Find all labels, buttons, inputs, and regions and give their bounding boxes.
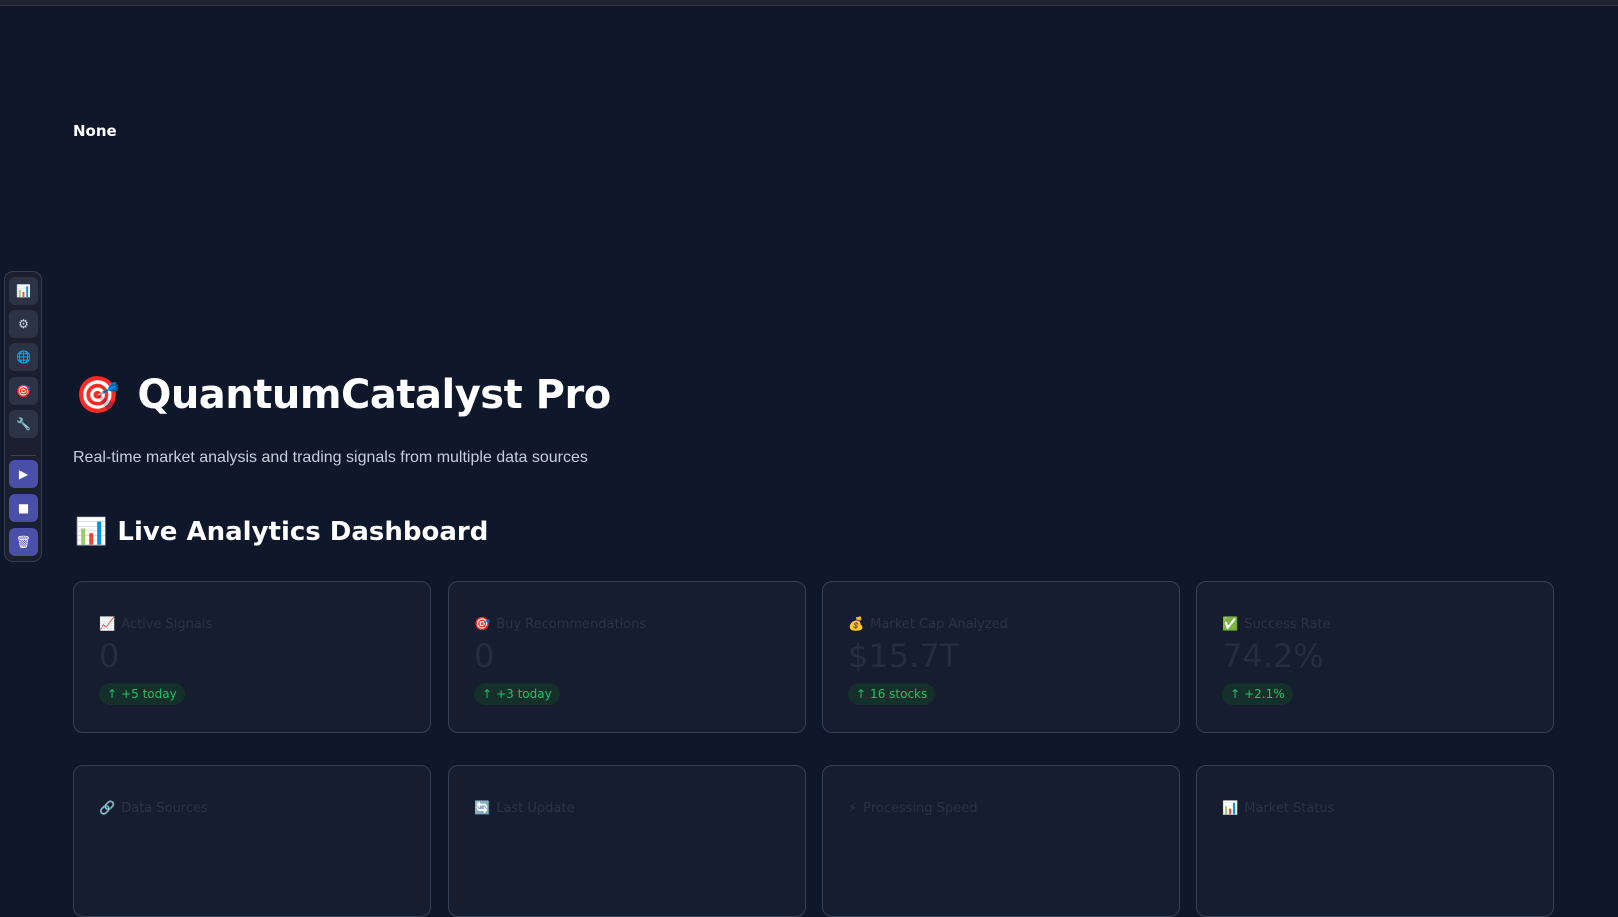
metric-delta: ↑ +5 today (99, 683, 185, 705)
tools-button[interactable]: 🔧 (9, 410, 38, 438)
arrow-up-icon: ↑ (107, 687, 118, 701)
page-title-text: QuantumCatalyst Pro (137, 372, 611, 418)
metric-delta-text: +3 today (496, 687, 552, 701)
page-title: 🎯 QuantumCatalyst Pro (75, 366, 611, 424)
metric-card-market-cap: 💰 Market Cap Analyzed $15.7T ↑ 16 stocks (822, 581, 1180, 733)
refresh-icon: 🔄 (474, 801, 491, 816)
target-icon: 🎯 (16, 384, 31, 398)
metric-label: Data Sources (121, 801, 208, 816)
floating-toolbar: 📊 ⚙ 🌐 🎯 🔧 ▶ ■ 🗑 (4, 271, 42, 562)
bar-chart-icon: 📊 (1222, 801, 1239, 816)
toolbar-divider (11, 455, 36, 456)
metric-card-market-status: 📊 Market Status (1196, 765, 1554, 917)
metric-label: Market Cap Analyzed (870, 617, 1008, 632)
metric-delta: ↑ +2.1% (1222, 683, 1293, 705)
metric-value: 74.2% (1222, 637, 1324, 675)
wrench-icon: 🔧 (16, 417, 31, 431)
trash-icon: 🗑 (15, 535, 32, 549)
globe-icon: 🌐 (16, 350, 31, 364)
metric-label: Active Signals (121, 617, 213, 632)
settings-button[interactable]: ⚙ (9, 310, 38, 338)
chart-button[interactable]: 📊 (9, 277, 38, 305)
stop-button[interactable]: ■ (9, 494, 38, 522)
money-bag-icon: 💰 (848, 617, 865, 632)
arrow-up-icon: ↑ (1230, 687, 1241, 701)
metric-delta-text: +2.1% (1244, 687, 1285, 701)
play-icon: ▶ (18, 467, 29, 481)
bar-chart-icon: 📊 (75, 517, 108, 547)
link-icon: 🔗 (99, 801, 116, 816)
metric-delta-text: +5 today (121, 687, 177, 701)
gear-icon: ⚙ (18, 317, 29, 331)
metric-card-success-rate: ✅ Success Rate 74.2% ↑ +2.1% (1196, 581, 1554, 733)
arrow-up-icon: ↑ (856, 687, 867, 701)
metric-value: $15.7T (848, 637, 960, 675)
page-subtitle: Real-time market analysis and trading si… (73, 449, 588, 466)
lightning-icon: ⚡ (848, 801, 858, 816)
check-icon: ✅ (1222, 617, 1239, 632)
target-icon: 🎯 (75, 375, 120, 416)
metric-card-buy-recommendations: 🎯 Buy Recommendations 0 ↑ +3 today (448, 581, 806, 733)
arrow-up-icon: ↑ (482, 687, 493, 701)
metric-label: Success Rate (1244, 617, 1331, 632)
metric-label: Processing Speed (863, 801, 978, 816)
metric-value: 0 (99, 637, 120, 675)
metric-delta: ↑ 16 stocks (848, 683, 936, 705)
section-heading: 📊 Live Analytics Dashboard (75, 514, 488, 550)
metric-card-active-signals: 📈 Active Signals 0 ↑ +5 today (73, 581, 431, 733)
play-button[interactable]: ▶ (9, 460, 38, 488)
metric-delta: ↑ +3 today (474, 683, 560, 705)
status-text: None (73, 122, 117, 140)
metric-card-last-update: 🔄 Last Update (448, 765, 806, 917)
metric-delta-text: 16 stocks (870, 687, 928, 701)
section-heading-text: Live Analytics Dashboard (117, 517, 489, 547)
metric-card-data-sources: 🔗 Data Sources (73, 765, 431, 917)
target-button[interactable]: 🎯 (9, 377, 38, 405)
target-icon: 🎯 (474, 617, 491, 632)
metric-label: Last Update (496, 801, 575, 816)
metric-card-processing-speed: ⚡ Processing Speed (822, 765, 1180, 917)
metric-label: Market Status (1244, 801, 1335, 816)
chart-up-icon: 📈 (99, 617, 116, 632)
metric-label: Buy Recommendations (496, 617, 647, 632)
chart-icon: 📊 (16, 284, 31, 298)
delete-button[interactable]: 🗑 (9, 528, 38, 556)
metric-value: 0 (474, 637, 495, 675)
top-bar (0, 0, 1618, 6)
stop-icon: ■ (17, 501, 30, 515)
globe-button[interactable]: 🌐 (9, 343, 38, 371)
